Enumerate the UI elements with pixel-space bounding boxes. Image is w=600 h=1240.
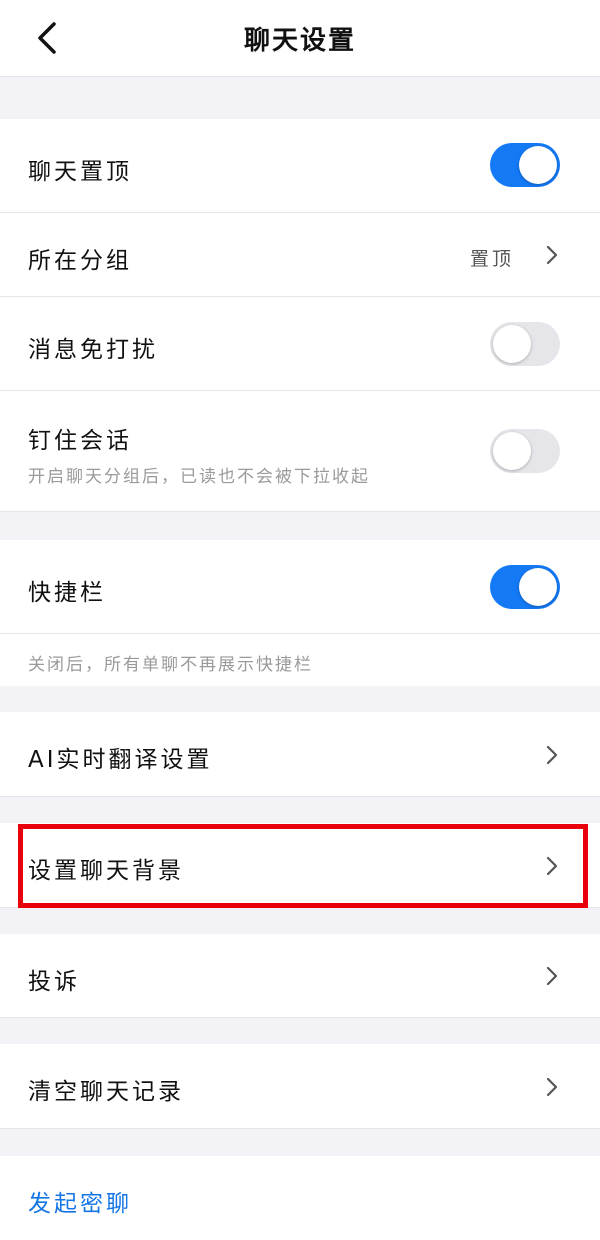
section-gap	[0, 797, 600, 823]
section-gap	[0, 512, 600, 540]
pin-session-row: 钉住会话 开启聊天分组后，已读也不会被下拉收起	[0, 391, 600, 512]
toggle-knob	[519, 568, 557, 606]
toggle-knob	[493, 325, 531, 363]
mute-toggle[interactable]	[490, 322, 560, 366]
section-gap	[0, 77, 600, 119]
pin-session-label: 钉住会话	[28, 428, 132, 454]
shortcut-bar-note-text: 关闭后，所有单聊不再展示快捷栏	[28, 655, 313, 675]
secret-chat-label[interactable]: 发起密聊	[28, 1184, 132, 1218]
clear-history-row[interactable]: 清空聊天记录	[0, 1044, 600, 1129]
pin-session-toggle[interactable]	[490, 429, 560, 473]
clear-history-label: 清空聊天记录	[28, 1079, 184, 1105]
chevron-right-icon	[546, 745, 558, 765]
ai-translate-row[interactable]: AI实时翻译设置	[0, 712, 600, 797]
chevron-right-icon	[546, 1077, 558, 1097]
shortcut-bar-note: 关闭后，所有单聊不再展示快捷栏	[0, 634, 600, 686]
complain-label: 投诉	[28, 969, 80, 995]
section-gap	[0, 1018, 600, 1044]
complain-row[interactable]: 投诉	[0, 934, 600, 1018]
secret-chat-row[interactable]: 发起密聊	[0, 1156, 600, 1240]
shortcut-bar-row: 快捷栏	[0, 540, 600, 634]
pin-chat-row: 聊天置顶	[0, 119, 600, 213]
chevron-right-icon	[546, 245, 558, 265]
set-background-label: 设置聊天背景	[28, 858, 184, 884]
section-gap	[0, 686, 600, 712]
pin-chat-label: 聊天置顶	[28, 159, 132, 185]
set-background-row[interactable]: 设置聊天背景	[0, 823, 600, 908]
mute-row: 消息免打扰	[0, 297, 600, 391]
pin-session-subtitle: 开启聊天分组后，已读也不会被下拉收起	[28, 467, 370, 487]
chevron-right-icon	[546, 966, 558, 986]
mute-label: 消息免打扰	[28, 337, 158, 363]
group-label: 所在分组	[28, 248, 132, 274]
pin-chat-toggle[interactable]	[490, 143, 560, 187]
chevron-right-icon	[546, 856, 558, 876]
shortcut-bar-label: 快捷栏	[28, 580, 106, 606]
toggle-knob	[493, 432, 531, 470]
navigation-bar: 聊天设置	[0, 0, 600, 77]
group-value: 置顶	[469, 248, 514, 270]
section-gap	[0, 908, 600, 934]
ai-translate-label: AI实时翻译设置	[28, 747, 213, 773]
group-row[interactable]: 所在分组 置顶	[0, 213, 600, 297]
toggle-knob	[519, 146, 557, 184]
page-title: 聊天设置	[243, 26, 356, 56]
shortcut-bar-toggle[interactable]	[490, 565, 560, 609]
section-gap	[0, 1129, 600, 1156]
